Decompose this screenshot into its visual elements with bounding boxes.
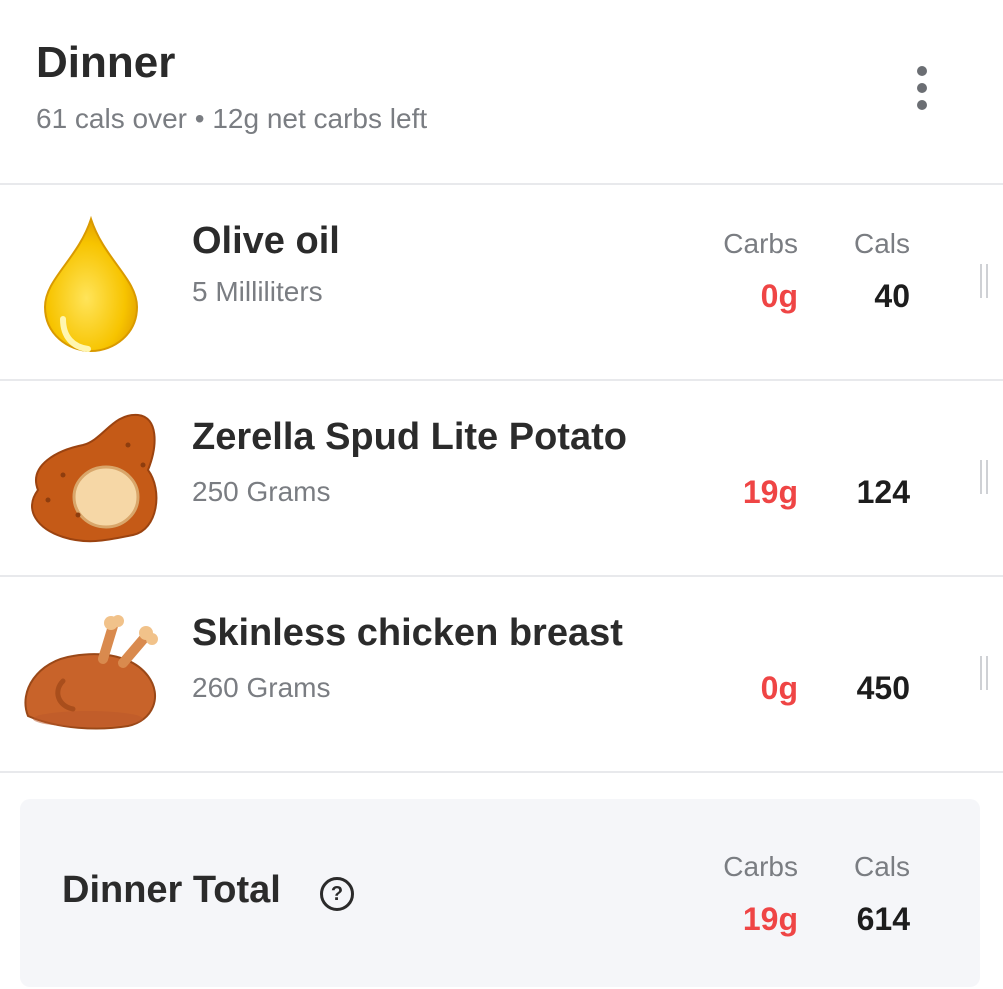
food-carbs: 19g xyxy=(742,474,798,510)
meal-total-panel: Dinner Total ? Carbs Cals 19g 614 xyxy=(20,799,980,987)
total-label: Dinner Total xyxy=(62,869,281,911)
potato-icon xyxy=(18,405,163,550)
roast-chicken-icon xyxy=(18,601,163,746)
meal-title: Dinner xyxy=(36,38,176,87)
drag-handle-icon[interactable] xyxy=(980,656,990,690)
food-amount: 250 Grams xyxy=(192,476,331,507)
food-cals: 40 xyxy=(874,278,910,314)
oil-drop-icon xyxy=(18,209,163,354)
dinner-card: Dinner 61 cals over • 12g net carbs left… xyxy=(0,0,1003,989)
total-cals: 614 xyxy=(856,901,910,937)
meal-summary: 61 cals over • 12g net carbs left xyxy=(36,103,428,134)
food-cals: 124 xyxy=(856,474,910,510)
food-row-potato[interactable]: Zerella Spud Lite Potato 250 Grams 19g 1… xyxy=(0,380,1003,577)
carbs-column-header: Carbs xyxy=(723,228,798,259)
food-carbs: 0g xyxy=(760,670,798,706)
more-vertical-icon[interactable] xyxy=(905,62,939,114)
food-carbs: 0g xyxy=(760,278,798,314)
cals-column-header: Cals xyxy=(853,851,910,882)
food-amount: 5 Milliliters xyxy=(192,276,323,307)
cals-column-header: Cals xyxy=(853,228,910,259)
drag-handle-icon[interactable] xyxy=(980,264,990,298)
total-carbs: 19g xyxy=(742,901,798,937)
food-name: Zerella Spud Lite Potato xyxy=(192,416,627,458)
food-name: Skinless chicken breast xyxy=(192,612,623,654)
food-amount: 260 Grams xyxy=(192,672,331,703)
drag-handle-icon[interactable] xyxy=(980,460,990,494)
food-row-olive-oil[interactable]: Olive oil 5 Milliliters Carbs Cals 0g 40 xyxy=(0,184,1003,381)
carbs-column-header: Carbs xyxy=(723,851,798,882)
food-cals: 450 xyxy=(856,670,910,706)
meal-header: Dinner 61 cals over • 12g net carbs left xyxy=(0,0,1003,185)
help-circle-icon[interactable]: ? xyxy=(320,877,354,911)
food-name: Olive oil xyxy=(192,220,340,262)
food-row-chicken[interactable]: Skinless chicken breast 260 Grams 0g 450 xyxy=(0,576,1003,773)
